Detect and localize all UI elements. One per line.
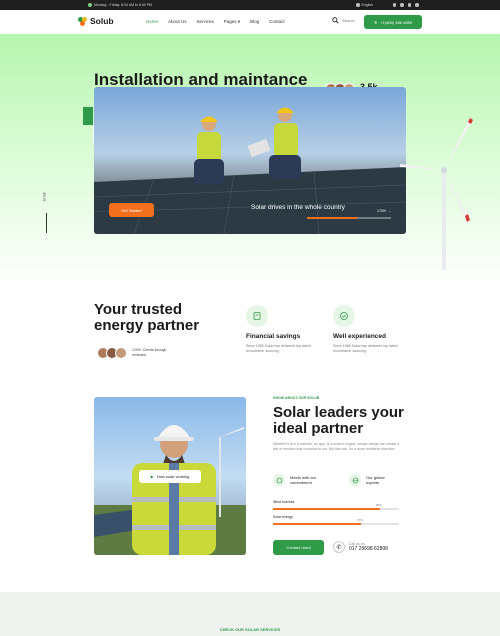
globe-icon (356, 3, 360, 7)
bar-percent: 85% (376, 503, 383, 507)
call-info[interactable]: ✆ Call us on 017 25698 62898 (333, 541, 388, 553)
nav-about[interactable]: About Us (168, 19, 187, 25)
badge-check-icon (333, 305, 355, 327)
progress-wind: Wind turbines 85% (273, 500, 399, 510)
decor-green-block (83, 107, 93, 125)
badge-label: How solar working (156, 474, 190, 479)
bar-fill (273, 508, 381, 510)
section-eyebrow: KNOW ABOUT OUR SOLUB (273, 396, 320, 400)
hero-caption: Solar drives in the whole country (251, 204, 345, 211)
bar-fill (273, 523, 362, 525)
hours: Monday - Friday: 8:00 AM to 6:00 PM (88, 3, 152, 7)
instagram-icon[interactable] (407, 3, 412, 7)
scroll-arrow-icon[interactable] (46, 213, 47, 233)
phone-icon: ✆ (333, 541, 345, 553)
facebook-icon[interactable] (392, 3, 397, 7)
feature-financial-savings: Financial savings Since 1985 Solub has d… (246, 305, 326, 354)
avatar (115, 347, 127, 359)
phone-cta-button[interactable]: ✆ +1(800) 456 4850 (364, 15, 422, 29)
how-solar-badge[interactable]: ▶ How solar working (139, 470, 201, 483)
nav-pages[interactable]: Pages ▾ (224, 19, 240, 25)
social-links (392, 3, 419, 7)
twitter-icon[interactable] (400, 3, 404, 7)
top-bar: Monday - Friday: 8:00 AM to 6:00 PM Engl… (0, 0, 500, 10)
bar-label: Solar energy (273, 515, 293, 519)
search[interactable]: Search (332, 17, 355, 24)
commitment-label: Meets with our commitment (290, 475, 317, 485)
clock-icon (88, 3, 92, 7)
slide-progress-fill (307, 217, 358, 219)
about-title: Solar leaders your ideal partner (273, 404, 404, 437)
arrow-right-icon: → (387, 209, 392, 213)
bar-track (273, 508, 399, 510)
hero-image-card: Get Started Solar drives in the whole co… (94, 87, 406, 234)
services-section: CHECK OUR SOLAR SERVICES (0, 592, 500, 636)
hours-text: Monday - Friday: 8:00 AM to 6:00 PM (94, 3, 152, 7)
slide-count: 1700+ → (377, 209, 392, 213)
nav-services[interactable]: Services (197, 19, 214, 25)
nav-contact[interactable]: Contact (269, 19, 285, 25)
clients-reviewed: 1200+ Clients through reviewed (97, 347, 168, 359)
about-image: ▶ How solar working (94, 397, 246, 555)
feature-well-experienced: Well experienced Since 1985 Solub has de… (333, 305, 413, 354)
logo-icon (78, 16, 87, 26)
clients-text: 1200+ Clients through reviewed (132, 348, 167, 357)
avatar-group (97, 347, 127, 359)
get-started-button[interactable]: Get Started (109, 203, 154, 217)
chevron-down-icon: ▾ (237, 19, 241, 24)
header: Solub Home About Us Services Pages ▾ Blo… (0, 10, 500, 34)
search-label: Search (342, 18, 355, 23)
call-number: 017 25698 62898 (349, 546, 388, 552)
feature-desc: Since 1985 Solub has delivered top talen… (246, 344, 311, 353)
logo[interactable]: Solub (78, 16, 114, 26)
play-icon: ▶ (150, 474, 154, 479)
globe-icon (349, 474, 361, 486)
wind-turbine-image (400, 118, 473, 270)
scroll-label: Scroll (42, 192, 47, 202)
progress-solar: Solar energy 70% (273, 515, 399, 525)
language-selector[interactable]: English (356, 3, 373, 7)
top-right: English (356, 3, 419, 7)
bar-percent: 70% (357, 518, 364, 522)
feature-desc: Since 1985 Solub has delivered top talen… (333, 344, 398, 353)
logo-text: Solub (90, 16, 114, 26)
experts-item: Our global experts (349, 474, 394, 486)
linkedin-icon[interactable] (415, 3, 419, 7)
feature-title: Financial savings (246, 333, 301, 340)
savings-icon (246, 305, 268, 327)
commitment-item: Meets with our commitment (273, 474, 324, 486)
about-desc: Whether it is in a website, an app, or a… (273, 442, 400, 451)
contact-button[interactable]: Contact Used (273, 540, 324, 555)
search-icon (332, 17, 339, 24)
slide-progress (307, 217, 391, 219)
language-label: English (361, 3, 373, 7)
phone-icon: ✆ (373, 19, 378, 25)
nav-home[interactable]: Home (146, 19, 158, 25)
main-nav: Home About Us Services Pages ▾ Blog Cont… (146, 19, 285, 25)
experts-label: Our global experts (366, 475, 385, 485)
handshake-icon (273, 474, 285, 486)
feature-title: Well experienced (333, 333, 386, 340)
nav-blog[interactable]: Blog (250, 19, 259, 25)
phone-cta-label: +1(800) 456 4850 (380, 19, 413, 25)
trusted-title: Your trusted energy partner (94, 301, 200, 334)
bar-track (273, 523, 399, 525)
services-eyebrow: CHECK OUR SOLAR SERVICES (219, 627, 281, 632)
